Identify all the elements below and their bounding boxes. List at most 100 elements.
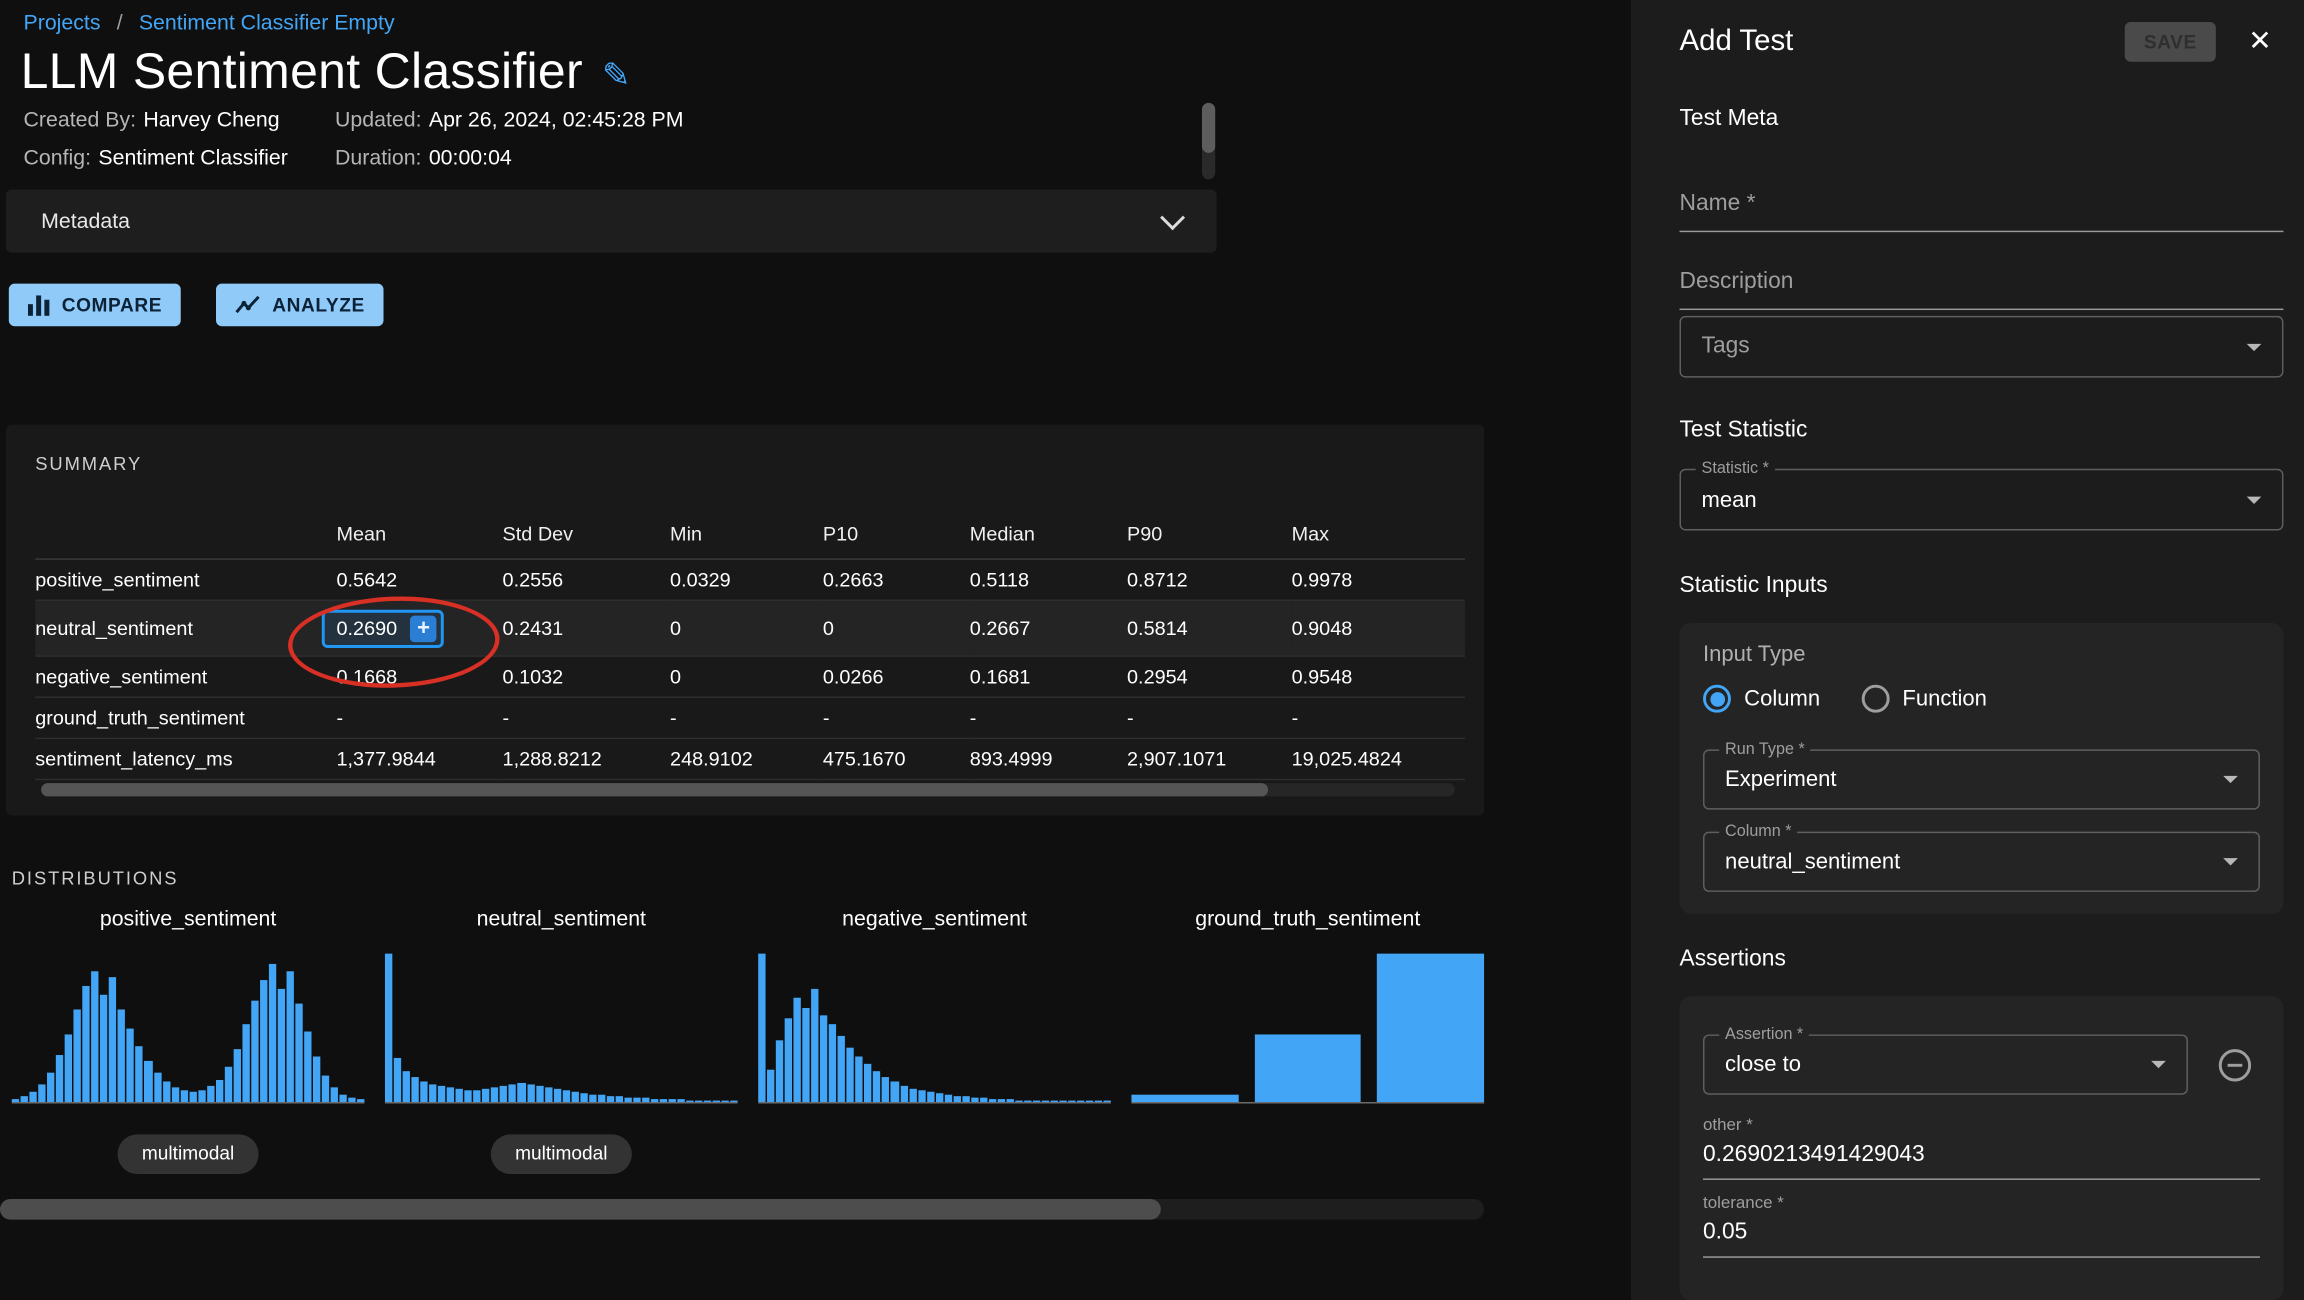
column-header: Median [970,510,1127,559]
histogram-bar [92,971,99,1102]
cell[interactable]: 0.5814 [1127,600,1292,656]
tags-select[interactable]: Tags [1680,316,2284,378]
cell[interactable]: 0.0329 [670,559,823,600]
actions-toolbar: COMPARE ANALYZE [9,284,384,327]
cell[interactable]: 19,025.4824 [1292,738,1465,779]
meta-scrollbar[interactable] [1202,103,1215,179]
histogram-bar [47,1072,54,1102]
run-type-select-label: Run Type * [1719,739,1810,760]
table-scrollbar[interactable] [41,783,1455,796]
cell[interactable]: 0.9048 [1292,600,1465,656]
cell[interactable]: 0.9978 [1292,559,1465,600]
analyze-button[interactable]: ANALYZE [216,284,384,327]
table-row[interactable]: ground_truth_sentiment------- [35,697,1465,738]
run-type-select[interactable]: Run Type * Experiment [1703,749,2260,809]
cell[interactable]: 0.0266 [823,656,970,697]
cell[interactable]: 0.1668 [336,656,502,697]
histogram-bar [1131,1095,1238,1102]
cell[interactable]: 893.4999 [970,738,1127,779]
radio-button-icon[interactable] [1703,685,1731,713]
remove-assertion-icon[interactable] [2219,1049,2251,1081]
column-select[interactable]: Column * neutral_sentiment [1703,832,2260,892]
page-scrollbar-thumb[interactable] [0,1199,1161,1220]
breadcrumb-current-link[interactable]: Sentiment Classifier Empty [139,12,395,36]
meta-label: Duration: [335,147,421,171]
cell[interactable]: 1,288.8212 [503,738,671,779]
histogram-bar [438,1086,445,1102]
assertion-select[interactable]: Assertion * close to [1703,1034,2188,1094]
cell[interactable]: - [1127,697,1292,738]
cell[interactable]: 0 [823,600,970,656]
description-field[interactable]: Description [1680,237,2284,310]
cell[interactable]: 0.1032 [503,656,671,697]
radio-function-label: Function [1902,686,1987,711]
tags-placeholder: Tags [1702,334,2247,360]
multimodal-badge[interactable]: multimodal [117,1134,259,1174]
statistic-select[interactable]: Statistic * mean [1680,469,2284,531]
radio-button-icon[interactable] [1861,685,1889,713]
histogram-bar [1254,1034,1361,1102]
cell[interactable]: 0.2690+ [336,600,502,656]
cell[interactable]: - [970,697,1127,738]
cell[interactable]: 1,377.9844 [336,738,502,779]
radio-function[interactable]: Function [1861,685,1987,713]
cell[interactable]: 0.2431 [503,600,671,656]
page-scrollbar[interactable] [0,1199,1484,1220]
histogram-bar [29,1092,36,1102]
test-meta-heading: Test Meta [1680,106,1779,132]
radio-column[interactable]: Column [1703,685,1820,713]
histogram-bar [562,1090,569,1102]
close-icon[interactable]: ✕ [2248,24,2271,58]
histogram-bar [233,1049,240,1102]
cell[interactable]: 0 [670,600,823,656]
cell[interactable]: 0.9548 [1292,656,1465,697]
compare-button[interactable]: COMPARE [9,284,181,327]
histogram-bar [953,1096,960,1102]
save-button[interactable]: SAVE [2125,21,2216,61]
multimodal-badge[interactable]: multimodal [490,1134,632,1174]
histogram-bar [465,1090,472,1102]
histogram-bar [927,1092,934,1102]
summary-table: Mean Std Dev Min P10 Median P90 Max posi… [35,510,1465,780]
cell[interactable]: - [670,697,823,738]
cell[interactable]: 0.2954 [1127,656,1292,697]
table-row[interactable]: neutral_sentiment0.2690+0.2431000.26670.… [35,600,1465,656]
add-test-plus-icon[interactable]: + [410,615,436,641]
other-field-value[interactable]: 0.2690213491429043 [1703,1142,1925,1168]
cell[interactable]: 0 [670,656,823,697]
cell[interactable]: - [823,697,970,738]
table-scrollbar-thumb[interactable] [41,783,1268,796]
cell[interactable]: 0.5642 [336,559,502,600]
histogram-bar [429,1084,436,1102]
cell[interactable]: 0.8712 [1127,559,1292,600]
breadcrumb-projects-link[interactable]: Projects [24,12,101,36]
edit-icon[interactable]: ✎ [602,56,630,96]
histogram-bar [803,1009,810,1102]
cell[interactable]: 0.2663 [823,559,970,600]
histogram [1131,954,1484,1104]
cell[interactable]: - [336,697,502,738]
cell[interactable]: 0.5118 [970,559,1127,600]
cell[interactable]: 0.2556 [503,559,671,600]
histogram-bar [873,1071,880,1102]
tolerance-field-value[interactable]: 0.05 [1703,1220,1747,1246]
histogram-bar [145,1061,152,1103]
histogram-bar [340,1095,347,1102]
cell[interactable]: 475.1670 [823,738,970,779]
assertions-heading: Assertions [1680,946,1786,972]
table-row[interactable]: sentiment_latency_ms1,377.98441,288.8212… [35,738,1465,779]
name-field[interactable]: Name * [1680,159,2284,232]
chevron-down-icon [2223,776,2238,783]
badge-row: multimodal [385,1134,738,1174]
cell[interactable]: 0.1681 [970,656,1127,697]
cell[interactable]: 2,907.1071 [1127,738,1292,779]
table-row[interactable]: positive_sentiment0.56420.25560.03290.26… [35,559,1465,600]
cell[interactable]: 248.9102 [670,738,823,779]
selected-cell-chip[interactable]: 0.2690+ [322,609,444,647]
meta-scrollbar-thumb[interactable] [1202,103,1215,153]
table-row[interactable]: negative_sentiment0.16680.103200.02660.1… [35,656,1465,697]
cell[interactable]: 0.2667 [970,600,1127,656]
metadata-accordion[interactable]: Metadata [6,190,1217,253]
cell[interactable]: - [1292,697,1465,738]
cell[interactable]: - [503,697,671,738]
